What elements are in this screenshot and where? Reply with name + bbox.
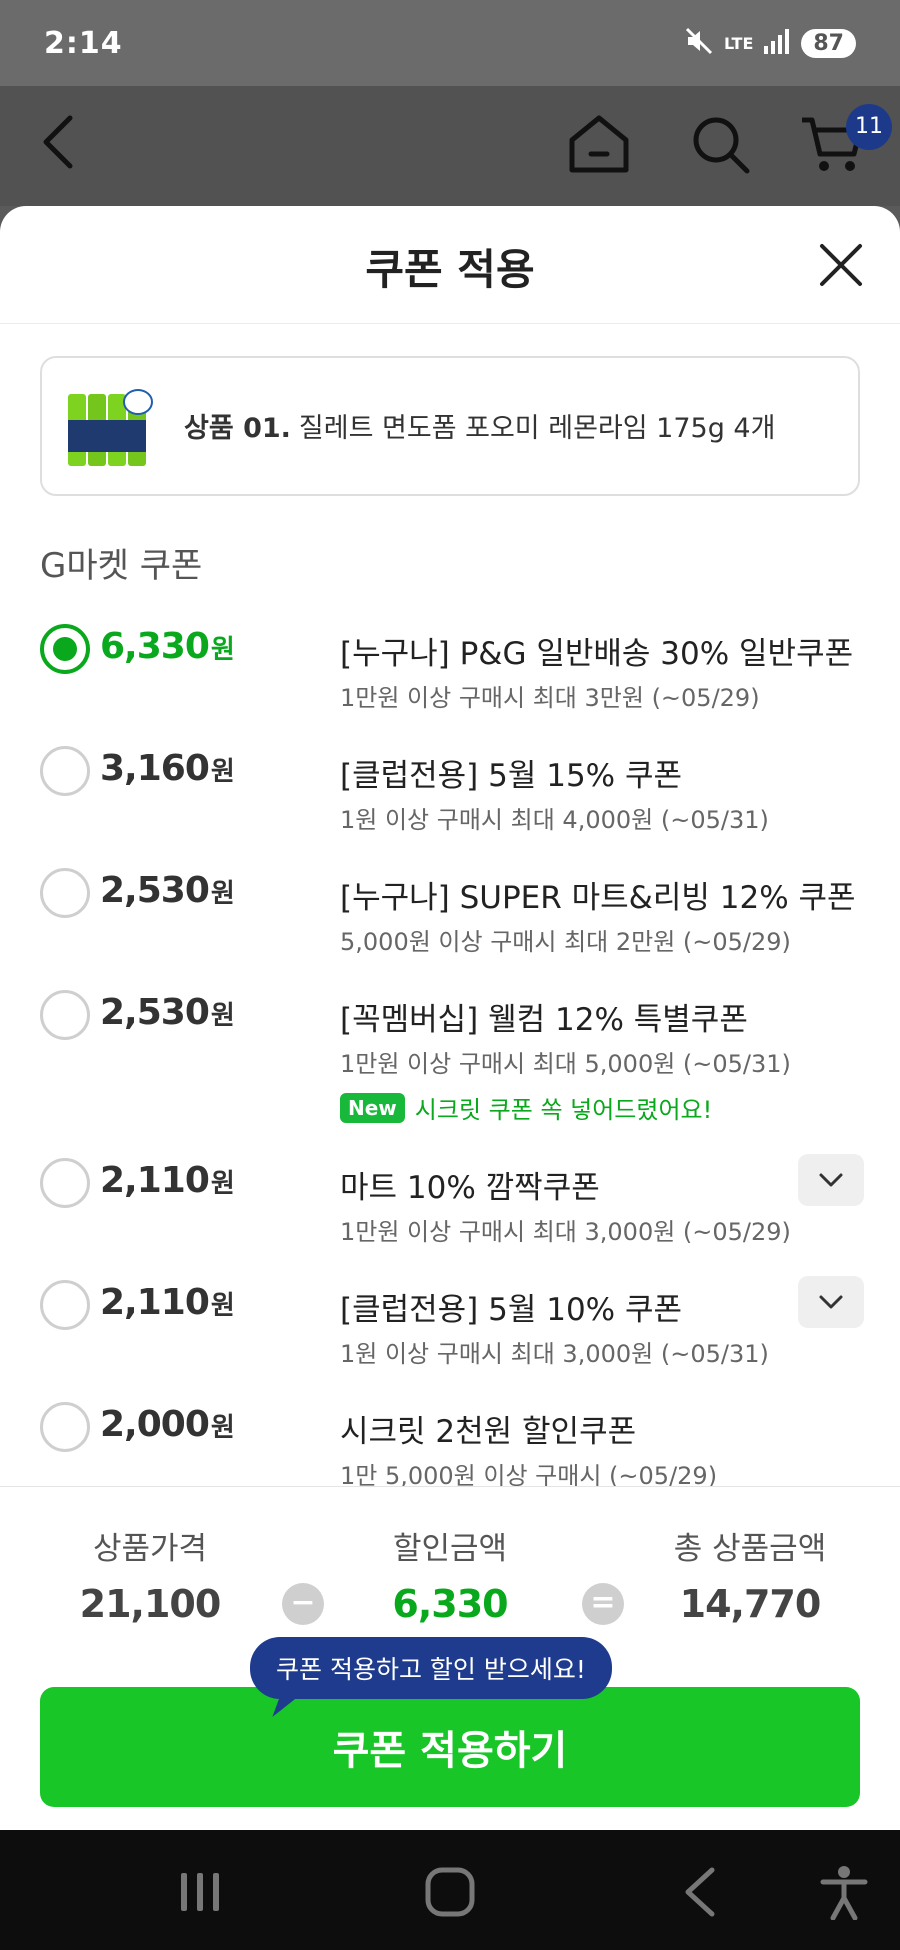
home-icon[interactable] [566, 112, 632, 180]
coupon-title: [클럽전용] 5월 10% 쿠폰 [340, 1292, 683, 1328]
back-nav-icon[interactable] [660, 1852, 740, 1932]
coupon-row[interactable]: 2,110원 마트 10% 깜짝쿠폰 1만원 이상 구매시 최대 3,000원 … [0, 1148, 900, 1258]
top-app-bar [0, 86, 900, 206]
apply-tooltip: 쿠폰 적용하고 할인 받으세요! [250, 1637, 612, 1699]
coupon-amount: 2,110원 [100, 1160, 235, 1201]
coupon-amount: 6,330원 [100, 626, 235, 667]
coupon-title: [클럽전용] 5월 15% 쿠폰 [340, 758, 683, 794]
coupon-row[interactable]: 3,160원 [클럽전용] 5월 15% 쿠폰 1원 이상 구매시 최대 4,0… [0, 736, 900, 846]
chevron-down-icon[interactable] [798, 1154, 864, 1206]
equals-icon: = [582, 1583, 624, 1625]
discount-block: 할인금액 6,330 [330, 1523, 570, 1626]
product-price-block: 상품가격 21,100 [30, 1523, 270, 1626]
coupon-amount: 2,000원 [100, 1404, 235, 1445]
radio-unselected[interactable] [40, 1158, 90, 1208]
accessibility-icon[interactable] [804, 1852, 884, 1932]
product-price-value: 21,100 [79, 1582, 222, 1626]
system-navigation-bar [0, 1830, 900, 1950]
coupon-title: 마트 10% 깜짝쿠폰 [340, 1170, 600, 1206]
coupon-row[interactable]: 2,530원 [누구나] SUPER 마트&리빙 12% 쿠폰 5,000원 이… [0, 858, 900, 968]
radio-unselected[interactable] [40, 1402, 90, 1452]
close-icon[interactable] [816, 240, 866, 290]
minus-icon: − [282, 1583, 324, 1625]
coupon-condition: 1만원 이상 구매시 최대 5,000원 (~05/31) [340, 1050, 791, 1078]
product-name: 상품 01. 질레트 면도폼 포오미 레몬라임 175g 4개 [184, 406, 775, 445]
radio-unselected[interactable] [40, 746, 90, 796]
status-bar: 2:14 LTE 87 [0, 0, 900, 86]
product-title: 질레트 면도폼 포오미 레몬라임 175g 4개 [298, 413, 776, 444]
back-icon[interactable] [36, 112, 80, 176]
coupon-title: [누구나] SUPER 마트&리빙 12% 쿠폰 [340, 880, 856, 916]
network-label: LTE [723, 33, 754, 53]
coupon-condition: 1원 이상 구매시 최대 4,000원 (~05/31) [340, 806, 769, 834]
product-card: 상품 01. 질레트 면도폼 포오미 레몬라임 175g 4개 [40, 356, 860, 496]
discount-value: 6,330 [392, 1582, 508, 1626]
battery-indicator: 87 [801, 28, 856, 58]
coupon-condition: 5,000원 이상 구매시 최대 2만원 (~05/29) [340, 928, 791, 956]
total-value: 14,770 [679, 1582, 822, 1626]
price-summary: 상품가격 21,100 − 할인금액 6,330 = 총 상품금액 14,770… [0, 1486, 900, 1830]
product-price-label: 상품가격 [92, 1531, 208, 1567]
coupon-amount: 2,530원 [100, 992, 235, 1033]
coupon-row[interactable]: 6,330원 [누구나] P&G 일반배송 30% 일반쿠폰 1만원 이상 구매… [0, 614, 900, 724]
coupon-amount: 2,530원 [100, 870, 235, 911]
new-coupon-text: 시크릿 쿠폰 쏙 넣어드렸어요! [414, 1096, 713, 1124]
coupon-bottom-sheet: 쿠폰 적용 상품 01. 질레트 면도폼 포오미 레몬라임 175g 4개 G마켓… [0, 206, 900, 1830]
total-label: 총 상품금액 [673, 1531, 827, 1567]
coupon-row[interactable]: 2,530원 [꼭멤버십] 웰컴 12% 특별쿠폰 1만원 이상 구매시 최대 … [0, 980, 900, 1130]
coupon-condition: 1원 이상 구매시 최대 3,000원 (~05/31) [340, 1340, 769, 1368]
sheet-header: 쿠폰 적용 [0, 206, 900, 324]
radio-unselected[interactable] [40, 868, 90, 918]
radio-unselected[interactable] [40, 1280, 90, 1330]
apply-coupon-button[interactable]: 쿠폰 적용하기 [40, 1687, 860, 1807]
recent-apps-icon[interactable] [160, 1852, 240, 1932]
discount-label: 할인금액 [392, 1531, 508, 1567]
status-icons: LTE 87 [684, 26, 856, 60]
coupon-title: 시크릿 2천원 할인쿠폰 [340, 1414, 637, 1450]
cart-count-badge: 11 [846, 104, 892, 150]
coupon-amount: 2,110원 [100, 1282, 235, 1323]
coupon-condition: 1만원 이상 구매시 최대 3만원 (~05/29) [340, 684, 760, 712]
signal-icon [763, 28, 791, 58]
product-image [64, 384, 158, 470]
coupon-title: [누구나] P&G 일반배송 30% 일반쿠폰 [340, 636, 854, 672]
coupon-condition: 1만원 이상 구매시 최대 3,000원 (~05/29) [340, 1218, 791, 1246]
mute-icon [684, 26, 714, 60]
status-time: 2:14 [44, 26, 123, 61]
radio-unselected[interactable] [40, 990, 90, 1040]
new-coupon-notice: New 시크릿 쿠폰 쏙 넣어드렸어요! [340, 1090, 712, 1125]
section-title: G마켓 쿠폰 [40, 546, 203, 586]
radio-selected[interactable] [40, 624, 90, 674]
chevron-down-icon[interactable] [798, 1276, 864, 1328]
product-prefix: 상품 01. [184, 413, 291, 444]
search-icon[interactable] [690, 114, 752, 180]
sheet-title: 쿠폰 적용 [365, 245, 535, 294]
coupon-title: [꼭멤버십] 웰컴 12% 특별쿠폰 [340, 1002, 748, 1038]
new-badge: New [340, 1092, 405, 1123]
coupon-row[interactable]: 2,110원 [클럽전용] 5월 10% 쿠폰 1원 이상 구매시 최대 3,0… [0, 1270, 900, 1380]
total-block: 총 상품금액 14,770 [630, 1523, 870, 1626]
home-nav-icon[interactable] [410, 1852, 490, 1932]
coupon-amount: 3,160원 [100, 748, 235, 789]
